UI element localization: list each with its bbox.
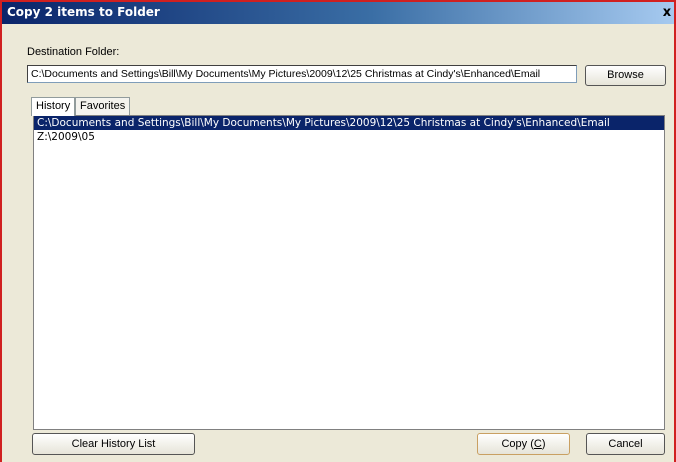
- clear-history-button[interactable]: Clear History List: [32, 433, 195, 455]
- title-bar[interactable]: Copy 2 items to Folder x: [2, 2, 674, 24]
- destination-folder-label: Destination Folder:: [27, 46, 120, 58]
- close-button[interactable]: x: [660, 4, 674, 22]
- history-list-item[interactable]: C:\Documents and Settings\Bill\My Docume…: [34, 116, 664, 130]
- copy-to-folder-dialog: Copy 2 items to Folder x Destination Fol…: [0, 0, 676, 462]
- history-list-item[interactable]: Z:\2009\05: [34, 130, 664, 144]
- tab-favorites[interactable]: Favorites: [75, 97, 131, 115]
- tab-history[interactable]: History: [31, 97, 76, 116]
- cancel-button[interactable]: Cancel: [586, 433, 665, 455]
- browse-button[interactable]: Browse: [585, 65, 666, 86]
- history-listbox[interactable]: C:\Documents and Settings\Bill\My Docume…: [33, 115, 665, 430]
- copy-button-hotkey: C: [533, 438, 542, 450]
- copy-button-label-prefix: Copy (: [501, 438, 534, 450]
- copy-button[interactable]: Copy (C): [477, 433, 570, 455]
- copy-button-label-suffix: ): [541, 438, 546, 450]
- destination-folder-input[interactable]: [27, 65, 577, 83]
- window-title: Copy 2 items to Folder: [7, 5, 160, 19]
